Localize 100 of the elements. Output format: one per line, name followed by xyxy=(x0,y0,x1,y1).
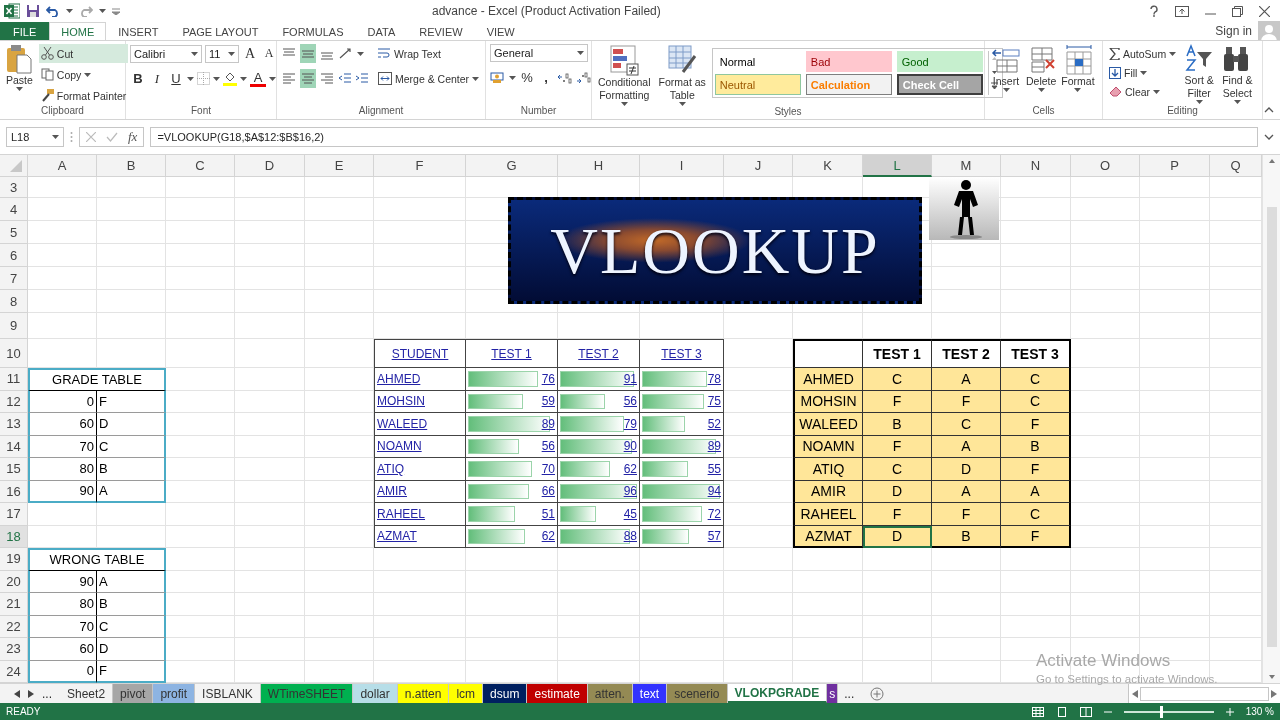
more-sheets-button[interactable]: ... xyxy=(42,686,52,701)
increase-decimal-icon[interactable] xyxy=(557,71,573,84)
ribbon-tab[interactable]: PAGE LAYOUT xyxy=(170,22,271,40)
insert-cells-button[interactable]: Insert xyxy=(989,44,1023,92)
increase-indent-icon[interactable] xyxy=(355,72,369,85)
orientation-icon[interactable] xyxy=(338,47,354,60)
ribbon-display-icon[interactable] xyxy=(1175,5,1189,17)
page-break-view-icon[interactable] xyxy=(1079,706,1092,717)
column-header[interactable]: J xyxy=(724,155,793,177)
column-header[interactable]: I xyxy=(640,155,724,177)
row-header[interactable]: 11 xyxy=(0,368,28,391)
column-header[interactable]: M xyxy=(932,155,1001,177)
name-link[interactable]: AMIR xyxy=(377,484,407,499)
table-cell[interactable]: B xyxy=(863,413,932,436)
expand-icon[interactable] xyxy=(1264,134,1274,140)
table-cell[interactable]: F xyxy=(863,435,932,458)
column-header[interactable]: E xyxy=(305,155,374,177)
more-sheets-button[interactable]: ... xyxy=(838,684,861,703)
cell-style-option[interactable]: Good xyxy=(896,51,983,72)
score-link[interactable]: 94 xyxy=(707,484,721,499)
ribbon-tab[interactable]: DATA xyxy=(355,22,408,40)
decrease-indent-icon[interactable] xyxy=(338,72,352,85)
score-link[interactable]: 51 xyxy=(541,506,555,521)
merge-center-button[interactable]: Merge & Center xyxy=(376,69,482,88)
row-header[interactable]: 16 xyxy=(0,480,28,503)
score-link[interactable]: 88 xyxy=(623,529,637,544)
column-header[interactable]: P xyxy=(1140,155,1210,177)
grow-font-button[interactable]: A xyxy=(242,44,258,63)
column-heading-link[interactable]: TEST 3 xyxy=(661,346,702,361)
row-header[interactable]: 14 xyxy=(0,435,28,458)
table-cell[interactable]: D xyxy=(863,480,932,503)
row-header[interactable]: 19 xyxy=(0,548,28,571)
row-header[interactable]: 24 xyxy=(0,660,28,683)
zoom-in-icon[interactable] xyxy=(1225,707,1234,716)
conditional-formatting-button[interactable]: Conditional Formatting xyxy=(596,44,653,106)
score-link[interactable]: 78 xyxy=(707,371,721,386)
table-cell[interactable]: F xyxy=(1001,413,1071,436)
scroll-right-icon[interactable] xyxy=(1271,689,1277,698)
undo-icon[interactable] xyxy=(46,5,60,17)
row-header[interactable]: 21 xyxy=(0,593,28,616)
number-format-dropdown[interactable]: General xyxy=(490,44,588,62)
score-link[interactable]: 90 xyxy=(623,439,637,454)
table-cell[interactable]: C xyxy=(863,368,932,391)
font-size-dropdown[interactable]: 11 xyxy=(205,44,239,63)
table-cell[interactable]: A xyxy=(932,435,1001,458)
copy-button[interactable]: Copy xyxy=(38,65,129,84)
sheet-tab[interactable]: pivot xyxy=(113,684,154,703)
format-cells-button[interactable]: Format xyxy=(1059,44,1097,92)
ribbon-tab[interactable]: HOME xyxy=(49,22,107,40)
sheet-tab[interactable]: atten. xyxy=(587,684,633,703)
score-link[interactable]: 89 xyxy=(541,416,555,431)
table-cell[interactable]: A xyxy=(932,480,1001,503)
shrink-font-button[interactable]: A xyxy=(261,44,277,63)
zoom-slider-thumb[interactable] xyxy=(1159,705,1163,718)
vertical-scrollbar[interactable] xyxy=(1262,155,1280,683)
score-link[interactable]: 89 xyxy=(707,439,721,454)
save-icon[interactable] xyxy=(26,4,40,18)
zoom-level[interactable]: 130 % xyxy=(1245,706,1274,717)
score-link[interactable]: 76 xyxy=(541,371,555,386)
font-color-button[interactable]: A xyxy=(250,70,266,87)
sheet-tab[interactable]: s xyxy=(827,684,839,703)
underline-button[interactable]: U xyxy=(168,69,184,88)
delete-cells-button[interactable]: Delete xyxy=(1024,44,1059,92)
percent-button[interactable]: % xyxy=(519,68,535,87)
horizontal-scrollbar[interactable] xyxy=(1128,684,1280,703)
scroll-left-icon[interactable] xyxy=(1132,689,1138,698)
sheet-tab[interactable]: WTimeSHEET xyxy=(260,684,354,703)
table-cell[interactable]: D xyxy=(863,525,932,548)
excel-logo-icon[interactable] xyxy=(4,3,20,19)
table-cell[interactable]: F xyxy=(1001,525,1071,548)
column-header[interactable]: D xyxy=(235,155,305,177)
row-header[interactable]: 23 xyxy=(0,638,28,661)
table-cell[interactable]: C xyxy=(1001,368,1071,391)
new-sheet-icon[interactable] xyxy=(870,686,885,701)
column-heading-link[interactable]: TEST 1 xyxy=(491,346,532,361)
score-link[interactable]: 57 xyxy=(707,529,721,544)
table-cell[interactable]: A xyxy=(1001,480,1071,503)
table-cell[interactable]: A xyxy=(932,368,1001,391)
restore-icon[interactable] xyxy=(1232,5,1243,17)
column-header[interactable]: A xyxy=(28,155,97,177)
column-header[interactable]: N xyxy=(1001,155,1071,177)
formula-input[interactable]: =VLOOKUP(G18,$A$12:$B$16,2) xyxy=(150,127,1258,147)
sheet-tab[interactable]: lcm xyxy=(449,684,484,703)
row-header[interactable]: 6 xyxy=(0,244,28,267)
file-tab[interactable]: FILE xyxy=(0,22,50,40)
table-cell[interactable]: C xyxy=(932,413,1001,436)
ribbon-tab[interactable]: FORMULAS xyxy=(270,22,356,40)
name-link[interactable]: AHMED xyxy=(377,371,421,386)
name-link[interactable]: ATIQ xyxy=(377,461,405,476)
ribbon-tab[interactable]: INSERT xyxy=(106,22,171,40)
help-icon[interactable] xyxy=(1149,5,1159,17)
fill-button[interactable]: Fill xyxy=(1107,63,1179,82)
table-cell[interactable]: F xyxy=(863,503,932,526)
next-sheet-icon[interactable] xyxy=(28,689,34,698)
ribbon-tab[interactable]: REVIEW xyxy=(407,22,475,40)
score-link[interactable]: 62 xyxy=(623,461,637,476)
row-header[interactable]: 10 xyxy=(0,339,28,368)
column-header[interactable]: F xyxy=(374,155,466,177)
cell-style-option[interactable]: Neutral xyxy=(714,74,801,95)
score-link[interactable]: 56 xyxy=(623,394,637,409)
